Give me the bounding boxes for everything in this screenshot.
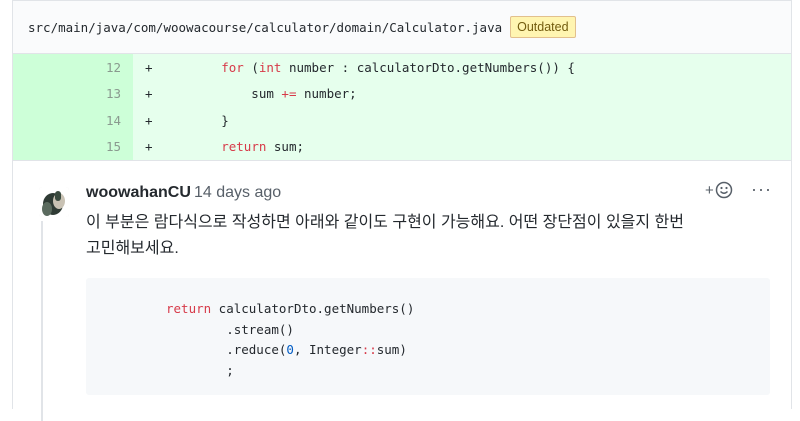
diff-addition-marker: +	[145, 59, 153, 75]
code-token: sum)	[376, 342, 407, 357]
snippet-line: .reduce(0, Integer::sum)	[166, 340, 770, 361]
code-token: .stream()	[166, 321, 294, 337]
line-number[interactable]: 15	[13, 133, 133, 160]
avatar[interactable]	[39, 187, 69, 217]
comment-body-line: 고민해보세요.	[86, 240, 179, 257]
review-thread: src/main/java/com/woowacourse/calculator…	[12, 0, 792, 421]
code-token: number;	[296, 86, 357, 102]
line-number[interactable]: 12	[13, 54, 133, 81]
add-reaction-button[interactable]: +	[705, 181, 733, 199]
snippet-line: .stream()	[166, 320, 770, 341]
code-token: int	[258, 59, 282, 75]
diff-line: 15 + return sum;	[13, 133, 791, 160]
comment-author[interactable]: woowahanCU	[86, 184, 191, 202]
code-token: (	[243, 59, 259, 75]
snippet-line: return calculatorDto.getNumbers()	[166, 299, 770, 320]
code-token: number : calculatorDto.getNumbers()) {	[281, 59, 575, 75]
code-token: sum	[161, 86, 282, 102]
code-line: return sum;	[161, 139, 304, 154]
diff-line: 14 + }	[13, 107, 791, 134]
smiley-icon	[715, 181, 733, 199]
file-header: src/main/java/com/woowacourse/calculator…	[13, 1, 791, 54]
outdated-badge: Outdated	[510, 16, 576, 38]
comment-timestamp[interactable]: 14 days ago	[194, 184, 281, 202]
code-token: return	[221, 139, 267, 155]
more-options-button[interactable]: ···	[751, 179, 772, 200]
snippet-line: ;	[166, 361, 770, 382]
diff-addition-marker: +	[145, 139, 153, 155]
line-number[interactable]: 13	[13, 80, 133, 107]
code-token: 0	[286, 342, 294, 357]
line-number[interactable]: 14	[13, 107, 133, 134]
code-token: , Integer	[293, 342, 362, 357]
code-token: .reduce(	[166, 342, 287, 357]
review-comment: woowahanCU 14 days ago + ··· 이 부분은 람다식으로…	[13, 160, 791, 421]
file-path-link[interactable]: src/main/java/com/woowacourse/calculator…	[28, 20, 502, 35]
plus-label: +	[705, 181, 714, 199]
code-line: }	[161, 113, 229, 128]
code-line: for (int number : calculatorDto.getNumbe…	[161, 60, 575, 75]
code-token: ::	[361, 342, 377, 357]
code-line: sum += number;	[161, 86, 357, 102]
code-token: sum;	[266, 139, 305, 155]
code-snippet: return calculatorDto.getNumbers() .strea…	[86, 278, 770, 395]
code-token: return	[166, 301, 212, 316]
diff-line: 12 + for (int number : calculatorDto.getN…	[13, 54, 791, 81]
code-token: for	[221, 59, 244, 75]
comment-body-line: 이 부분은 람다식으로 작성하면 아래와 같이도 구현이 가능해요. 어떤 장단…	[86, 214, 684, 231]
code-token: }	[161, 112, 229, 128]
diff-line: 13 + sum += number;	[13, 80, 791, 107]
comment-body: 이 부분은 람다식으로 작성하면 아래와 같이도 구현이 가능해요. 어떤 장단…	[86, 210, 776, 262]
diff-addition-marker: +	[145, 86, 153, 102]
diff-addition-marker: +	[145, 112, 153, 128]
code-token: calculatorDto.getNumbers()	[211, 301, 415, 316]
diff-hunk: 12 + for (int number : calculatorDto.getN…	[13, 54, 791, 160]
code-token: +=	[281, 86, 297, 102]
thread-line	[41, 221, 43, 421]
avatar-image	[39, 187, 69, 217]
code-token: ;	[166, 362, 234, 378]
